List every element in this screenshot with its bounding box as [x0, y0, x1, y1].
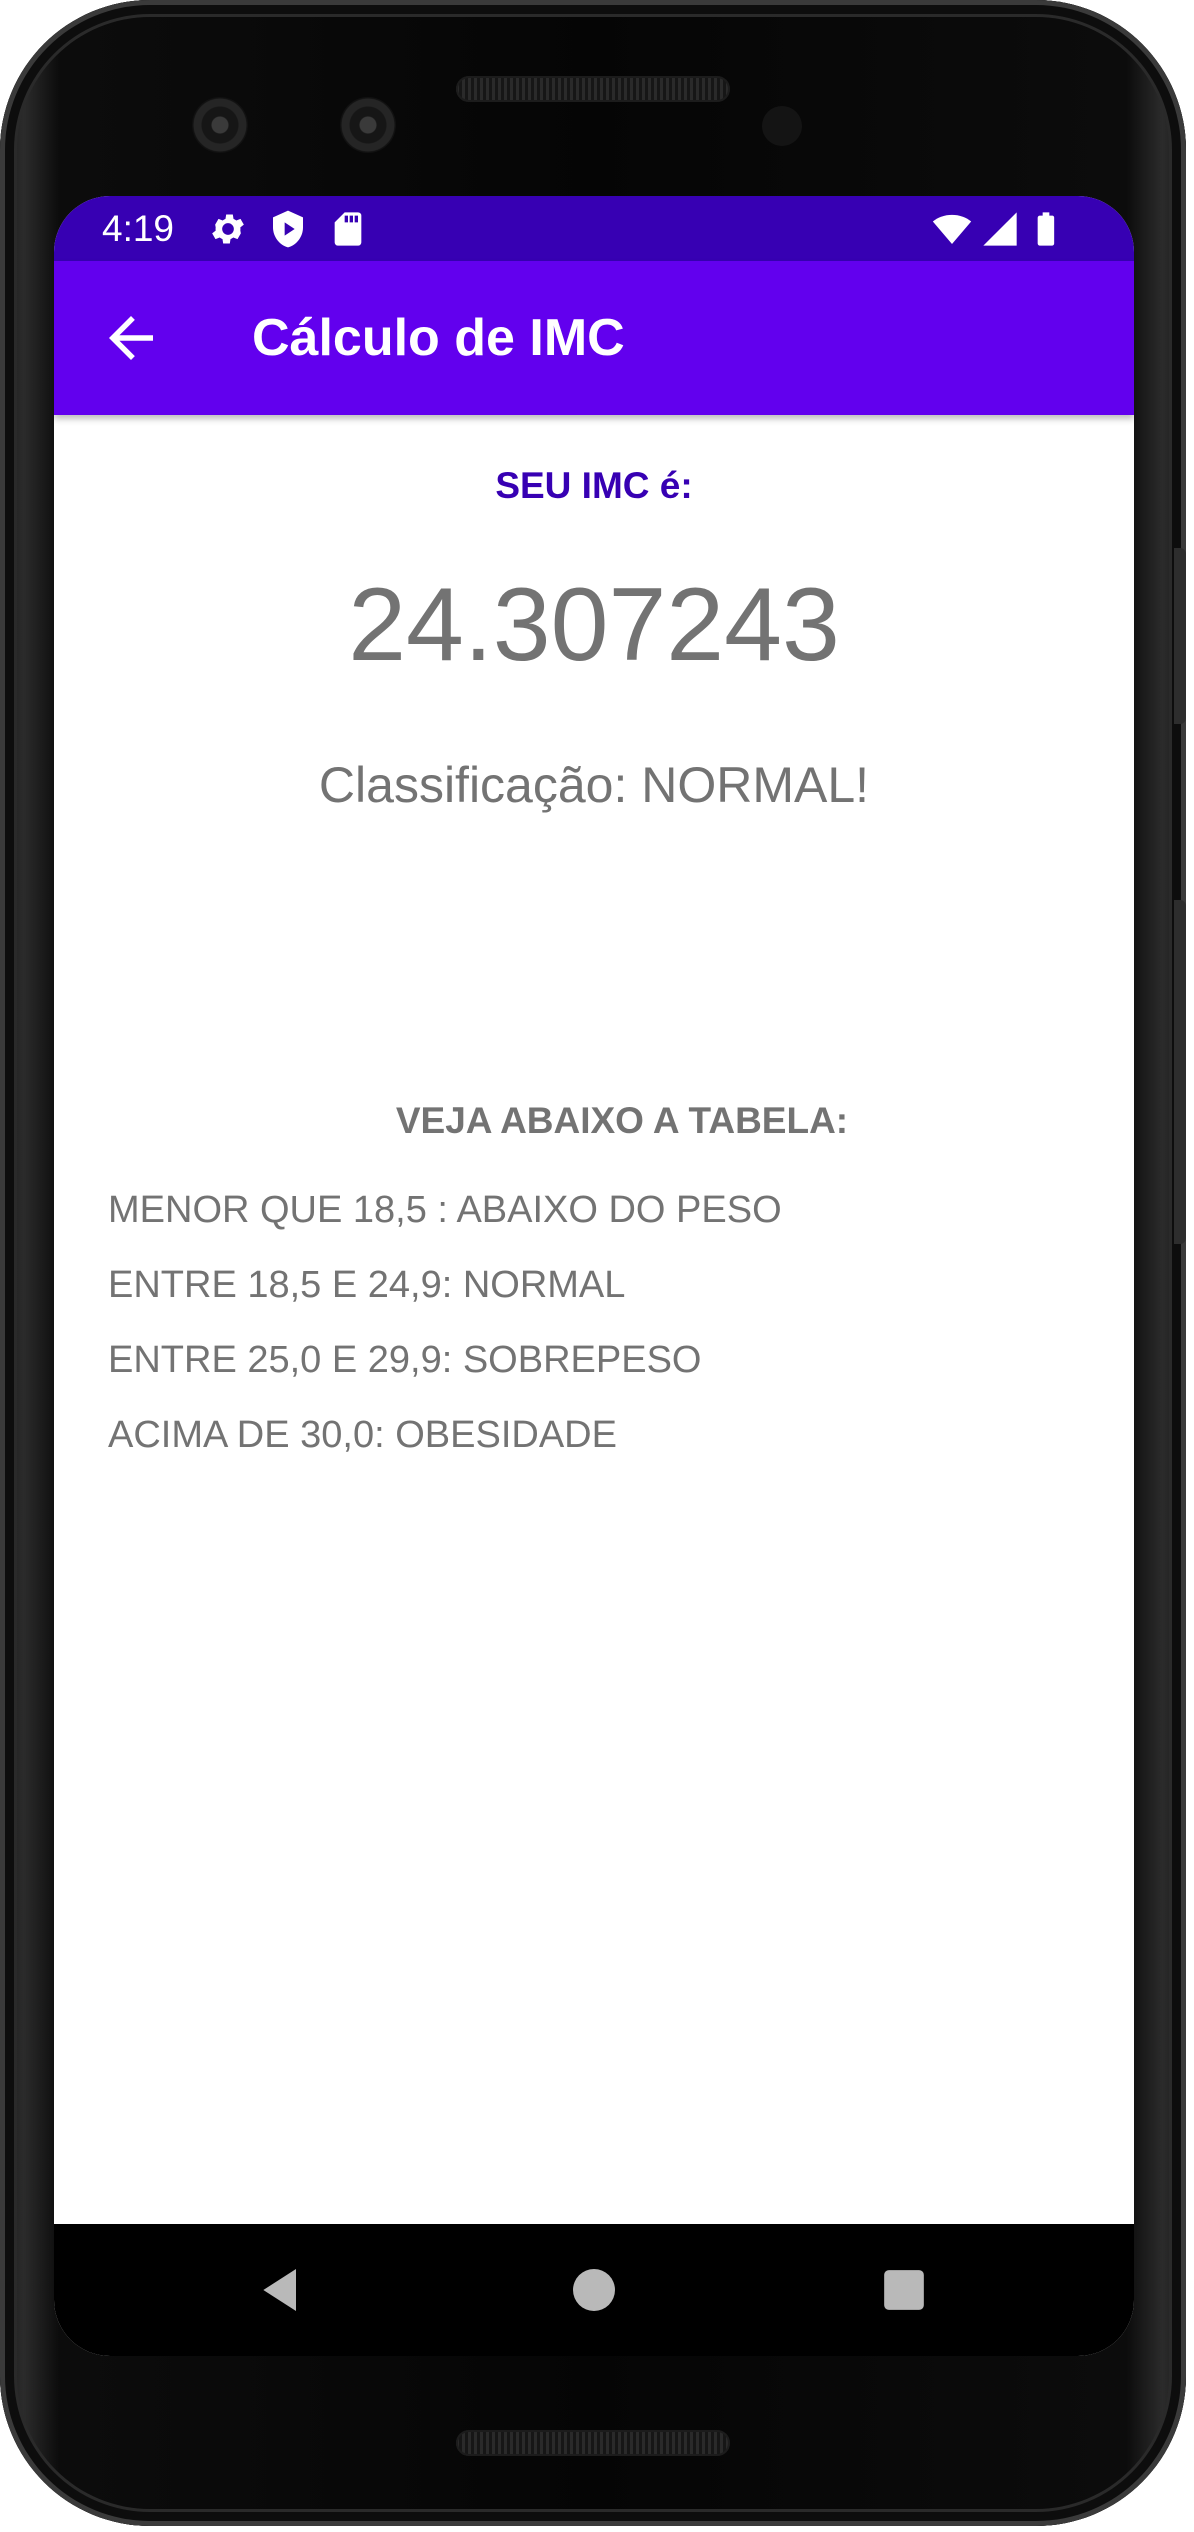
arrow-back-icon[interactable] — [98, 305, 164, 371]
power-button — [1174, 548, 1186, 724]
battery-icon — [1037, 212, 1055, 246]
status-bar: 4:19 — [54, 196, 1134, 261]
status-time: 4:19 — [102, 208, 175, 249]
signal-icon — [983, 212, 1017, 246]
nav-back-icon[interactable] — [254, 2262, 310, 2318]
earpiece-speaker — [456, 76, 730, 102]
app-bar: Cálculo de IMC — [54, 261, 1134, 415]
imc-label: SEU IMC é: — [495, 465, 693, 506]
imc-value: 24.307243 — [348, 567, 840, 683]
bottom-speaker — [456, 2430, 730, 2456]
sd-card-icon — [334, 212, 362, 246]
table-title: VEJA ABAIXO A TABELA: — [395, 1100, 849, 1141]
table-row: ENTRE 18,5 E 24,9: NORMAL — [108, 1264, 626, 1306]
nav-recents-icon[interactable] — [876, 2262, 932, 2318]
phone-frame: 4:19 Cálculo de IMC SEU IMC é: 24.307243… — [0, 0, 1186, 2526]
screen: 4:19 Cálculo de IMC SEU IMC é: 24.307243… — [54, 196, 1134, 2356]
classification-text: Classificação: NORMAL! — [318, 757, 870, 813]
table-row: ACIMA DE 30,0: OBESIDADE — [108, 1414, 617, 1456]
play-shield-icon — [273, 210, 303, 248]
nav-home-icon[interactable] — [566, 2262, 622, 2318]
page-title: Cálculo de IMC — [252, 309, 625, 367]
wifi-icon — [932, 214, 972, 244]
front-camera-icon — [192, 97, 248, 153]
navigation-bar — [54, 2224, 1134, 2356]
table-row: MENOR QUE 18,5 : ABAIXO DO PESO — [108, 1189, 782, 1231]
proximity-sensor — [762, 106, 802, 146]
volume-button — [1174, 900, 1186, 1244]
table-row: ENTRE 25,0 E 29,9: SOBREPESO — [108, 1339, 702, 1381]
gear-icon — [212, 214, 244, 244]
front-camera-icon — [340, 97, 396, 153]
